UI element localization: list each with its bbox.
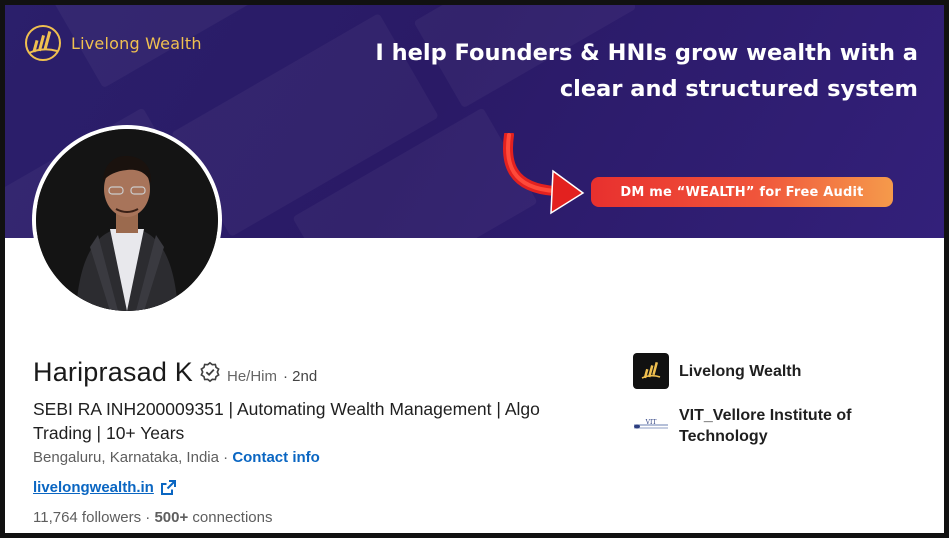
avatar[interactable] [32, 125, 222, 315]
location-row: Bengaluru, Karnataka, India · Contact in… [33, 449, 320, 466]
pronouns: He/Him [226, 368, 277, 385]
connection-degree: · 2nd [283, 368, 318, 385]
followers-count[interactable]: 11,764 followers [33, 509, 141, 526]
profile-name: Hariprasad K [33, 357, 193, 387]
followers-separator: · [141, 509, 155, 526]
brand-logo: Livelong Wealth [23, 23, 202, 63]
contact-info-link[interactable]: Contact info [232, 449, 320, 466]
connections-count[interactable]: 500+ [154, 509, 188, 526]
location-separator: · [218, 449, 233, 466]
school-name: VIT_Vellore Institute of Technology [679, 407, 852, 445]
location: Bengaluru, Karnataka, India [33, 449, 219, 466]
name-row: Hariprasad K He/Him · 2nd [33, 357, 317, 388]
brand-name: Livelong Wealth [71, 33, 202, 53]
external-link-icon[interactable] [160, 479, 176, 496]
arrow-icon [503, 133, 585, 215]
website-row: livelongwealth.in [33, 479, 176, 496]
profile-headline: SEBI RA INH200009351 | Automating Wealth… [33, 399, 540, 443]
banner-headline: I help Founders & HNIs grow wealth with … [375, 40, 918, 102]
livelong-wealth-logo-icon [25, 25, 61, 61]
person-silhouette-icon [36, 129, 218, 311]
vit-logo-icon: VIT [633, 408, 669, 444]
connections-label: connections [188, 509, 273, 526]
education[interactable]: VIT VIT_Vellore Institute of Technology [633, 405, 873, 447]
profile-photo [36, 129, 218, 311]
current-company[interactable]: Livelong Wealth [633, 353, 801, 389]
company-name: Livelong Wealth [679, 362, 802, 380]
profile-frame: Livelong Wealth I help Founders & HNIs g… [0, 0, 949, 538]
svg-text:VIT: VIT [645, 419, 657, 426]
verified-badge-icon[interactable] [199, 361, 221, 383]
network-stats: 11,764 followers · 500+ connections [33, 509, 273, 526]
free-audit-cta: DM me “WEALTH” for Free Audit [591, 177, 893, 207]
website-link[interactable]: livelongwealth.in [33, 479, 154, 496]
livelong-wealth-logo-icon [633, 353, 669, 389]
